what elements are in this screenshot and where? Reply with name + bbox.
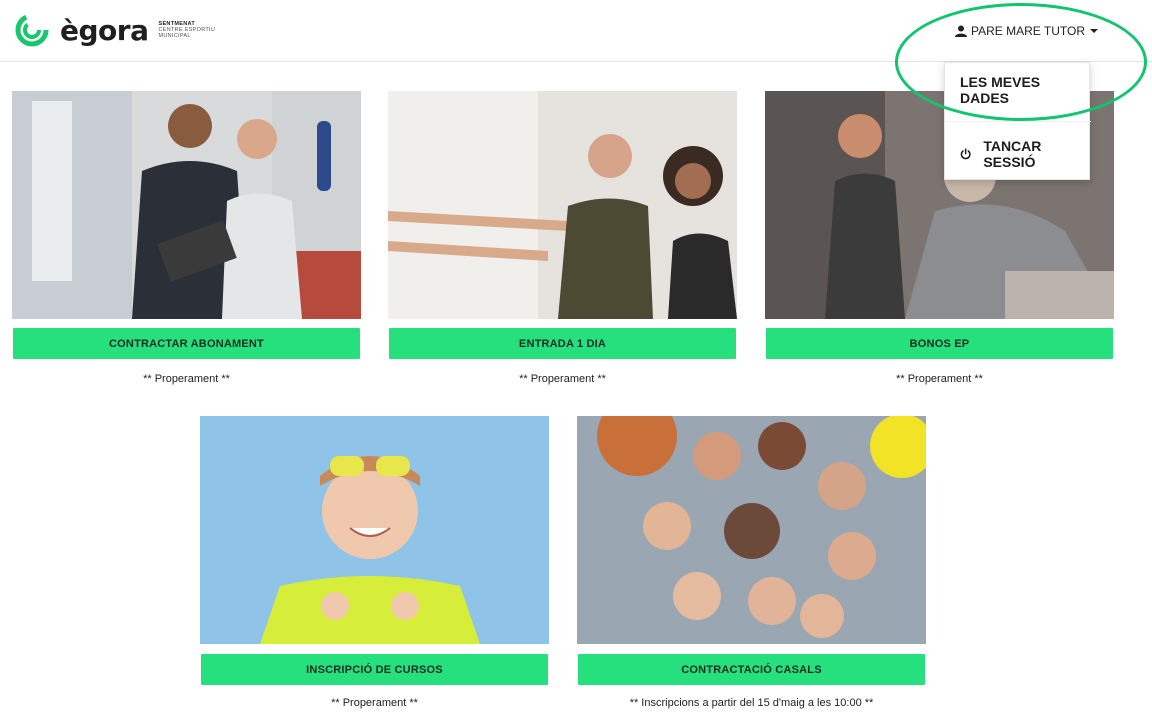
card-note: ** Properament ** bbox=[519, 373, 606, 385]
menu-item-label: LES MEVES DADES bbox=[960, 74, 1041, 106]
user-menu-toggle[interactable]: PARE MARE TUTOR bbox=[955, 24, 1099, 38]
button-label: BONOS EP bbox=[909, 337, 970, 350]
entrada-1-dia-button[interactable]: ENTRADA 1 DIA bbox=[389, 328, 736, 359]
card-inscripcio-cursos: INSCRIPCIÓ DE CURSOS ** Properament ** bbox=[200, 416, 549, 713]
logo-subtitle: SENTMENAT CENTRE ESPORTIU MUNICIPAL bbox=[158, 21, 215, 39]
logo-swirl-icon bbox=[15, 13, 49, 47]
stretching-class-photo bbox=[388, 91, 737, 319]
card-entrada-1-dia: ENTRADA 1 DIA ** Properament ** bbox=[388, 91, 737, 391]
contractacio-casals-button[interactable]: CONTRACTACIÓ CASALS bbox=[578, 654, 925, 685]
bonos-ep-button[interactable]: BONOS EP bbox=[766, 328, 1113, 359]
card-note: ** Properament ** bbox=[143, 373, 230, 385]
child-swimmer-photo bbox=[200, 416, 549, 644]
menu-divider bbox=[945, 121, 1091, 122]
card-note: ** Properament ** bbox=[896, 373, 983, 385]
button-label: INSCRIPCIÓ DE CURSOS bbox=[306, 663, 443, 676]
egora-logo[interactable]: ègora SENTMENAT CENTRE ESPORTIU MUNICIPA… bbox=[12, 10, 215, 50]
menu-item-logout[interactable]: TANCAR SESSIÓ bbox=[945, 138, 1091, 170]
gym-trainer-photo bbox=[12, 91, 361, 319]
children-circle-photo bbox=[577, 416, 926, 644]
card-note: ** Inscripcions a partir del 15 d'maig a… bbox=[629, 697, 874, 709]
caret-down-icon bbox=[1090, 29, 1099, 33]
button-label: CONTRACTACIÓ CASALS bbox=[681, 663, 822, 676]
card-note: ** Properament ** bbox=[331, 697, 418, 709]
button-label: CONTRACTAR ABONAMENT bbox=[109, 337, 264, 350]
contractar-abonament-button[interactable]: CONTRACTAR ABONAMENT bbox=[13, 328, 360, 359]
logo-sub-line: MUNICIPAL bbox=[158, 33, 191, 39]
user-icon bbox=[955, 25, 967, 37]
power-icon bbox=[960, 148, 971, 160]
inscripcio-cursos-button[interactable]: INSCRIPCIÓ DE CURSOS bbox=[201, 654, 548, 685]
menu-item-my-data[interactable]: LES MEVES DADES bbox=[945, 74, 1091, 106]
top-header: ègora SENTMENAT CENTRE ESPORTIU MUNICIPA… bbox=[0, 0, 1152, 62]
card-contractacio-casals: CONTRACTACIÓ CASALS ** Inscripcions a pa… bbox=[577, 416, 926, 713]
logo-wordmark: ègora bbox=[60, 13, 149, 47]
user-dropdown-menu: LES MEVES DADES TANCAR SESSIÓ bbox=[944, 62, 1091, 180]
button-label: ENTRADA 1 DIA bbox=[518, 337, 607, 350]
card-contractar-abonament: CONTRACTAR ABONAMENT ** Properament ** bbox=[12, 91, 361, 391]
menu-item-label: TANCAR SESSIÓ bbox=[983, 138, 1042, 170]
user-name-label: PARE MARE TUTOR bbox=[971, 24, 1086, 38]
